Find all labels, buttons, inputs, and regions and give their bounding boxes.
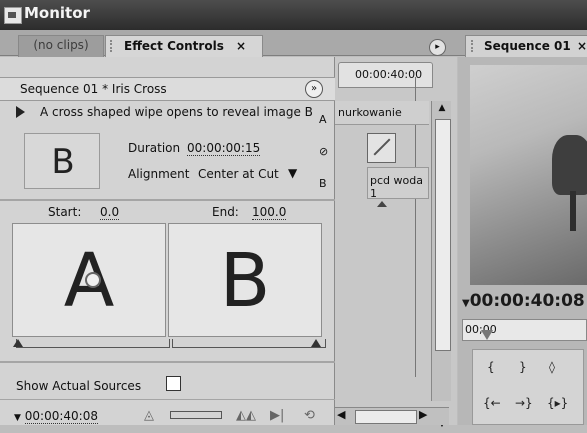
cut-marker-icon: [377, 201, 387, 207]
program-video-frame: [470, 65, 587, 285]
timecode-marker-icon: ▼: [462, 298, 470, 309]
sequence-time-ruler[interactable]: 00;00: [462, 319, 587, 341]
panel-menu-button[interactable]: ▸: [429, 39, 446, 56]
tab-grip-icon[interactable]: [471, 40, 477, 52]
preview-a: A: [12, 223, 166, 337]
monitor-app-icon: [4, 7, 22, 24]
end-slider[interactable]: [172, 339, 326, 348]
start-value-field[interactable]: 0.0: [100, 205, 120, 220]
close-icon[interactable]: ×: [577, 36, 587, 56]
end-label: End:: [212, 205, 239, 219]
transition-block[interactable]: [367, 133, 396, 163]
divider: [0, 199, 335, 201]
mark-out-button[interactable]: }: [519, 360, 527, 374]
tab-effect-controls-label: Effect Controls: [124, 39, 224, 53]
loop-icon[interactable]: ⟲: [304, 408, 315, 423]
slider-handle-icon[interactable]: [13, 339, 23, 347]
alignment-label: Alignment: [128, 167, 190, 181]
effect-description: A cross shaped wipe opens to reveal imag…: [40, 105, 313, 119]
slider-handle-icon[interactable]: [311, 339, 321, 347]
play-in-to-out-button[interactable]: {▸}: [547, 396, 568, 410]
clip-a[interactable]: nurkowanie: [335, 101, 429, 125]
sequence-monitor: ▼00:00:40:08 00;00 { } ◊ {← →} {▸}: [458, 57, 587, 425]
alignment-dropdown[interactable]: Center at Cut: [198, 167, 279, 181]
start-label: Start:: [48, 205, 82, 219]
effect-header: Sequence 01 * Iris Cross »: [0, 77, 335, 101]
tab-sequence-label: Sequence 01: [484, 39, 571, 53]
duration-label: Duration: [128, 141, 181, 155]
transport-controls: { } ◊ {← →} {▸}: [472, 349, 584, 425]
sequence-timecode[interactable]: ▼00:00:40:08: [462, 291, 585, 311]
set-marker-button[interactable]: ◊: [549, 360, 555, 374]
preview-b: B: [168, 223, 322, 337]
effect-timeline: 00:00:40:00 A ⊘ B nurkowanie pcd woda 1 …: [319, 57, 457, 429]
effect-controls-panel: Sequence 01 * Iris Cross » A cross shape…: [0, 57, 335, 425]
thumbnail-letter: B: [51, 142, 75, 182]
end-value-field[interactable]: 100.0: [252, 205, 287, 220]
current-timecode-value[interactable]: 00:00:40:08: [24, 409, 98, 424]
video-content: [570, 191, 576, 231]
scroll-thumb[interactable]: [355, 410, 417, 424]
effect-description-row: A cross shaped wipe opens to reveal imag…: [0, 101, 335, 123]
start-slider[interactable]: [13, 339, 170, 348]
current-timecode[interactable]: ▼ 00:00:40:08: [14, 409, 98, 424]
timeline-ruler[interactable]: 00:00:40:00: [338, 62, 433, 88]
zoom-slider[interactable]: [170, 411, 222, 419]
video-content: [552, 135, 587, 195]
play-transition-icon[interactable]: [16, 106, 25, 118]
panel-tab-row: (no clips) Effect Controls × ▸ Sequence …: [0, 30, 587, 57]
sequence-timecode-value[interactable]: 00:00:40:08: [470, 291, 585, 311]
tab-grip-icon[interactable]: [110, 40, 116, 52]
horizontal-scrollbar[interactable]: ◀ ▶: [335, 407, 449, 425]
divider: [0, 399, 335, 400]
scroll-up-icon[interactable]: ▲: [434, 103, 450, 117]
show-actual-sources-label: Show Actual Sources: [16, 379, 142, 393]
scroll-left-icon[interactable]: ◀: [337, 408, 345, 421]
preview-b-letter: B: [219, 238, 271, 324]
tab-no-clips[interactable]: (no clips): [18, 35, 104, 57]
chevron-down-icon[interactable]: ▼: [288, 166, 297, 180]
playhead-icon[interactable]: [481, 330, 493, 340]
window-title-bar: Monitor: [0, 0, 587, 30]
scroll-right-icon[interactable]: ▶: [419, 408, 427, 421]
duration-field[interactable]: 00:00:00:15: [187, 141, 261, 156]
clip-b[interactable]: pcd woda 1: [367, 167, 429, 200]
window-title: Monitor: [24, 4, 90, 22]
scroll-thumb[interactable]: [435, 119, 451, 351]
tab-sequence-01[interactable]: Sequence 01 ×: [465, 35, 587, 57]
go-to-in-button[interactable]: {←: [483, 396, 501, 410]
zoom-out-icon[interactable]: ◬: [144, 408, 154, 423]
zoom-in-icon[interactable]: ◭◭: [236, 408, 256, 423]
ruler-time: 00:00:40:00: [355, 68, 423, 81]
mark-in-button[interactable]: {: [487, 360, 495, 374]
vertical-scrollbar[interactable]: ▲ ▼: [431, 101, 451, 429]
divider: [0, 361, 335, 363]
track-b-label: B: [319, 177, 327, 190]
show-actual-sources-checkbox[interactable]: [166, 376, 181, 391]
track-a-label: A: [319, 113, 327, 126]
clip-a-name: nurkowanie: [338, 106, 402, 119]
clip-b-name: pcd woda 1: [370, 174, 423, 200]
close-icon[interactable]: ×: [236, 36, 246, 56]
play-audio-icon[interactable]: ▶|: [270, 408, 284, 423]
edit-icon[interactable]: ⊘: [319, 145, 328, 158]
effect-title: Sequence 01 * Iris Cross: [20, 82, 167, 96]
show-timeline-button[interactable]: »: [305, 80, 323, 98]
timecode-marker-icon: ▼: [14, 413, 21, 423]
transition-thumbnail: B: [24, 133, 100, 189]
go-to-out-button[interactable]: →}: [515, 396, 533, 410]
tab-effect-controls[interactable]: Effect Controls ×: [105, 35, 263, 57]
center-point-handle[interactable]: [85, 272, 101, 288]
